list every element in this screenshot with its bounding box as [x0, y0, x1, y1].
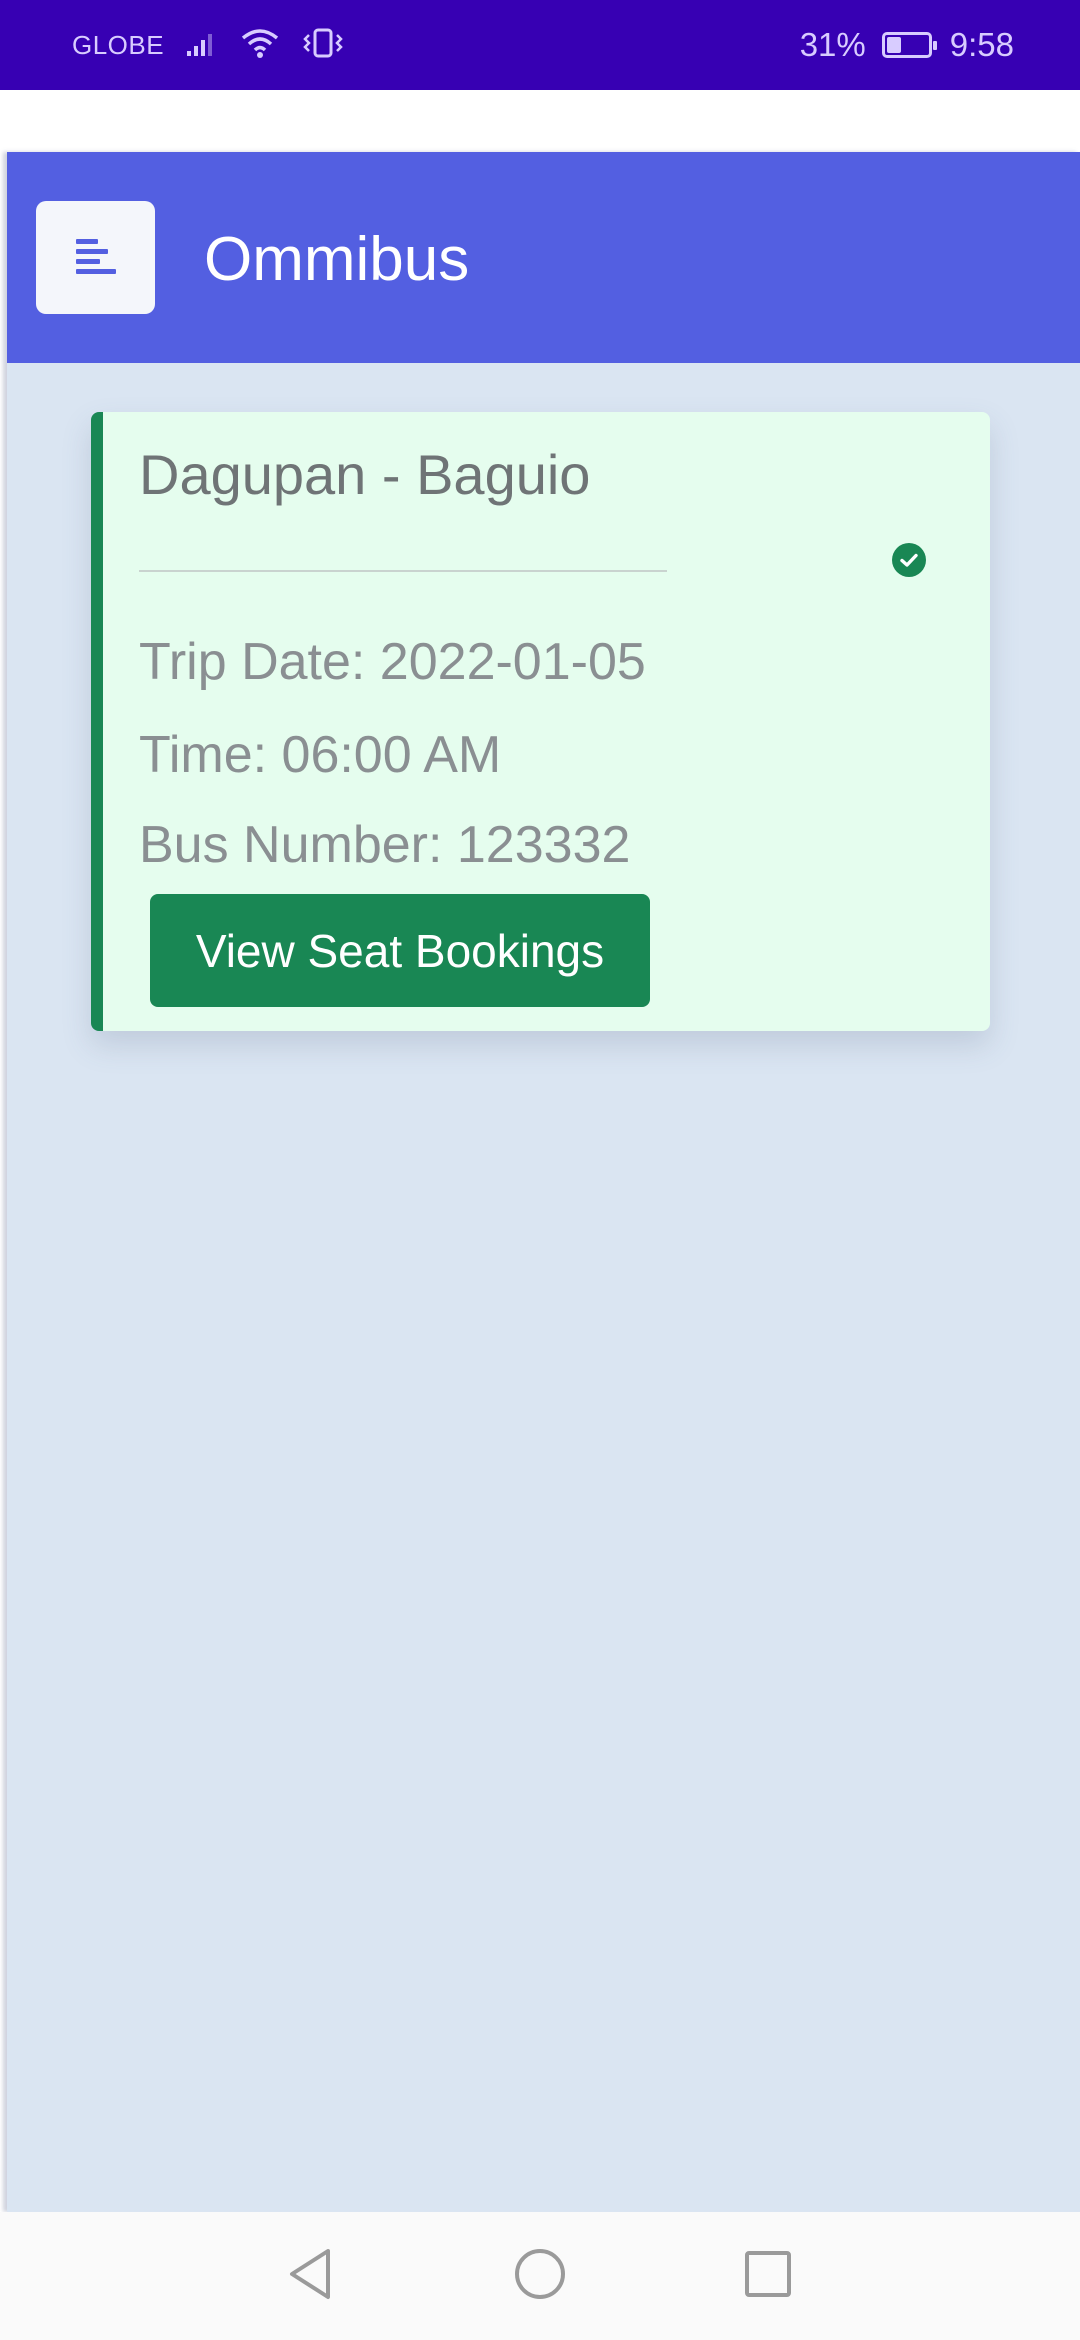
status-right: 31% 9:58: [800, 0, 1014, 90]
app-title: Ommibus: [204, 224, 470, 294]
status-left: GLOBE: [72, 0, 344, 90]
recent-apps-button[interactable]: [718, 2212, 818, 2340]
app-header: Ommibus: [7, 152, 1080, 363]
back-button[interactable]: [260, 2212, 360, 2340]
home-icon: [512, 2246, 568, 2307]
check-circle-icon: [892, 543, 926, 577]
view-seat-bookings-button[interactable]: View Seat Bookings: [150, 894, 650, 1007]
app-shell: Ommibus Dagupan - Baguio Trip Date: 2022…: [7, 152, 1080, 2212]
status-bar: GLOBE 31% 9:58: [0, 0, 1080, 90]
clock: 9:58: [949, 26, 1014, 63]
back-icon: [284, 2246, 336, 2307]
system-nav-bar: [0, 2212, 1080, 2340]
top-spacer: [0, 90, 1080, 152]
trip-time: Time: 06:00 AM: [139, 726, 502, 784]
trip-card: Dagupan - Baguio Trip Date: 2022-01-05 T…: [91, 412, 990, 1031]
trip-date: Trip Date: 2022-01-05: [139, 633, 646, 691]
bus-number: Bus Number: 123332: [139, 816, 631, 874]
card-divider: [139, 570, 667, 572]
signal-icon: [186, 29, 218, 62]
wifi-icon: [240, 27, 280, 64]
route-title: Dagupan - Baguio: [139, 443, 591, 506]
home-button[interactable]: [490, 2212, 590, 2340]
menu-icon: [74, 233, 118, 282]
menu-button[interactable]: [36, 201, 155, 314]
vibrate-icon: [302, 27, 344, 64]
recent-apps-icon: [742, 2248, 794, 2305]
battery-percent: 31%: [799, 26, 866, 63]
battery-icon: [881, 32, 937, 58]
carrier-name: GLOBE: [72, 29, 165, 60]
